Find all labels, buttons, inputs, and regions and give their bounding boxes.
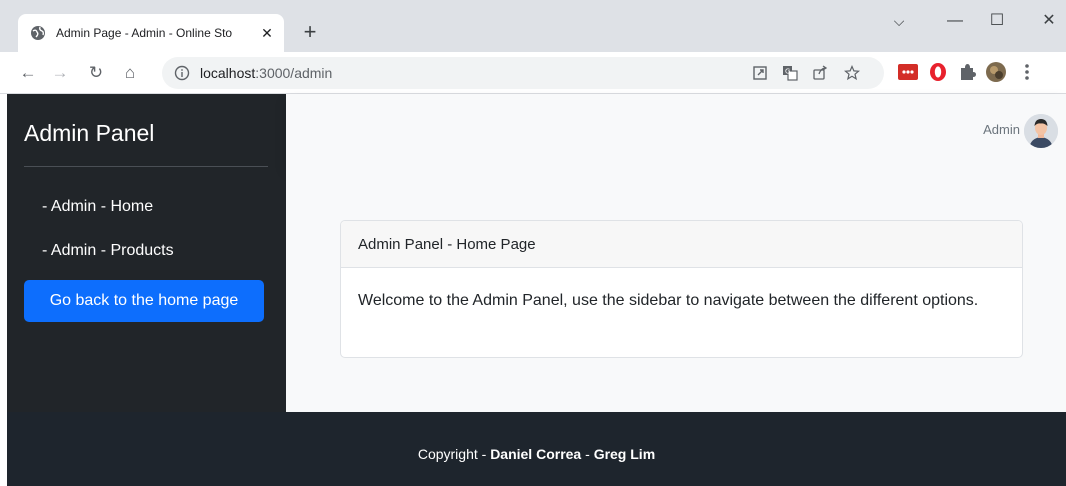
- puzzle-extensions-icon[interactable]: [956, 61, 978, 83]
- admin-sidebar: Admin Panel - Admin - Home - Admin - Pro…: [7, 94, 286, 412]
- address-bar[interactable]: localhost:3000/admin G: [162, 57, 884, 89]
- sidebar-divider: [24, 166, 268, 167]
- url-host: localhost: [200, 65, 256, 81]
- home-icon[interactable]: ⌂: [118, 61, 142, 85]
- opera-icon[interactable]: [927, 61, 949, 83]
- menu-kebab-icon[interactable]: [1016, 61, 1038, 83]
- new-tab-button[interactable]: +: [298, 20, 322, 44]
- profile-avatar-icon[interactable]: [985, 61, 1007, 83]
- close-window-button[interactable]: ✕: [1036, 8, 1062, 34]
- url-path: :3000/admin: [255, 65, 333, 81]
- close-tab-icon[interactable]: ✕: [257, 23, 277, 43]
- minimize-button[interactable]: —: [942, 8, 968, 34]
- translate-icon[interactable]: G: [782, 65, 798, 81]
- user-avatar-icon: [1024, 114, 1058, 148]
- home-card: Admin Panel - Home Page Welcome to the A…: [340, 220, 1023, 358]
- footer-separator: -: [581, 446, 594, 462]
- go-back-home-button[interactable]: Go back to the home page: [24, 280, 264, 322]
- tab-search-dropdown-icon[interactable]: ⌵: [886, 8, 912, 34]
- site-info-icon[interactable]: [174, 65, 190, 81]
- open-in-new-icon[interactable]: [752, 65, 768, 81]
- sidebar-link-admin-home[interactable]: - Admin - Home: [42, 197, 153, 217]
- forward-arrow-icon[interactable]: →: [48, 61, 72, 85]
- tab-title: Admin Page - Admin - Online Sto: [56, 26, 233, 40]
- share-icon[interactable]: [812, 65, 828, 81]
- card-body-text: Welcome to the Admin Panel, use the side…: [358, 292, 979, 309]
- card-title: Admin Panel - Home Page: [358, 236, 536, 253]
- footer-copyright: Copyright - Daniel Correa - Greg Lim: [7, 445, 1066, 463]
- globe-icon: [31, 26, 45, 40]
- user-label: Admin: [983, 122, 1020, 137]
- browser-tab[interactable]: Admin Page - Admin - Online Sto ✕: [18, 14, 284, 52]
- url-text[interactable]: localhost:3000/admin: [200, 65, 332, 81]
- svg-text:G: G: [785, 68, 790, 76]
- admin-topbar: Admin: [286, 94, 1066, 166]
- user-avatar[interactable]: [1024, 114, 1058, 148]
- maximize-button[interactable]: ☐: [984, 8, 1010, 34]
- browser-tab-strip: Admin Page - Admin - Online Sto ✕ + ⌵ — …: [0, 0, 1066, 52]
- sidebar-title: Admin Panel: [24, 120, 155, 146]
- reload-icon[interactable]: ↻: [84, 61, 108, 85]
- lastpass-icon[interactable]: [897, 61, 919, 83]
- page-footer: Copyright - Daniel Correa - Greg Lim: [7, 412, 1066, 486]
- card-header: Admin Panel - Home Page: [341, 221, 1022, 268]
- sidebar-link-admin-products[interactable]: - Admin - Products: [42, 241, 174, 261]
- back-arrow-icon[interactable]: ←: [16, 61, 40, 85]
- main-content: Admin Panel - Home Page Welcome to the A…: [286, 166, 1066, 412]
- footer-prefix: Copyright -: [417, 446, 491, 462]
- browser-toolbar: ← → ↻ ⌂ localhost:3000/admin G: [0, 52, 1066, 94]
- footer-author-greg: Greg Lim: [593, 446, 656, 462]
- footer-author-daniel: Daniel Correa: [490, 446, 582, 462]
- bookmark-star-icon[interactable]: [844, 65, 860, 81]
